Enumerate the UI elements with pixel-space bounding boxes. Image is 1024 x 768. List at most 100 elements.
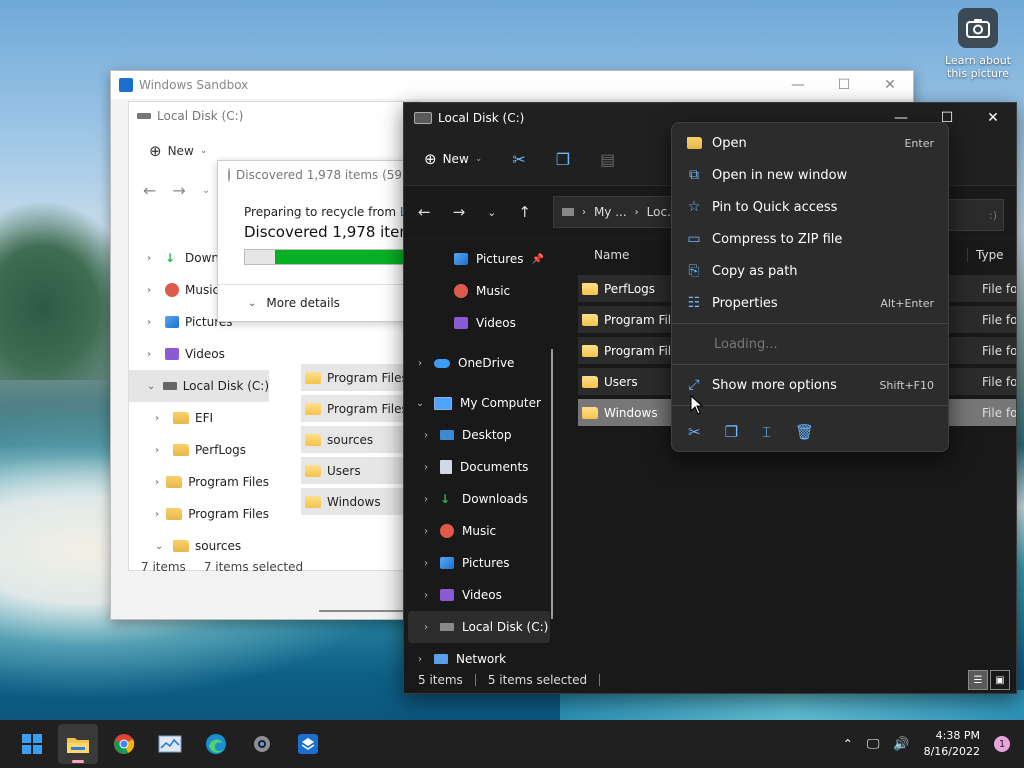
cut-icon[interactable]: ✂ <box>688 423 701 441</box>
sandbox-tree-item[interactable]: › EFI <box>129 402 269 434</box>
up-icon[interactable]: ↑ <box>518 203 531 221</box>
copy-icon[interactable]: ❐ <box>556 150 570 169</box>
file-explorer-icon[interactable] <box>58 724 98 764</box>
rename-icon[interactable]: ⌶ <box>762 423 771 441</box>
forward-icon[interactable]: → <box>172 181 185 200</box>
chevron-icon[interactable]: › <box>155 477 160 488</box>
chevron-icon[interactable]: › <box>155 509 160 520</box>
nav-tree-item[interactable]: Pictures 📌 <box>404 243 554 275</box>
volume-icon[interactable]: 🔊 <box>893 737 909 752</box>
context-menu[interactable]: Open Enter ⧉ Open in new window ☆ Pin to Quic… <box>671 122 949 452</box>
tiles-view-icon[interactable]: ▣ <box>990 670 1010 690</box>
nav-tree-item[interactable]: › Desktop <box>404 419 554 451</box>
sandbox-tree-item[interactable]: ⌄ Local Disk (C:) <box>129 370 269 402</box>
chevron-icon[interactable]: › <box>420 622 432 633</box>
chevron-down-icon[interactable]: ⌄ <box>202 185 210 196</box>
delete-icon[interactable]: 🗑 <box>795 423 814 441</box>
sandbox-tree-item[interactable]: › Videos <box>129 338 269 370</box>
clock[interactable]: 4:38 PM 8/16/2022 <box>924 728 980 760</box>
chevron-icon[interactable]: › <box>420 590 432 601</box>
nav-tree-item[interactable]: › Pictures <box>404 547 554 579</box>
settings-icon[interactable] <box>242 724 282 764</box>
chevron-icon[interactable]: › <box>147 253 159 264</box>
new-button[interactable]: ⊕ New ⌄ <box>424 150 482 168</box>
chevron-icon[interactable]: › <box>414 654 426 665</box>
explorer-nav-tree: Pictures 📌 Music Videos › OneDrive ⌄ My Compute… <box>404 243 554 675</box>
menu-item-pin-to-quick-access[interactable]: ☆ Pin to Quick access <box>672 191 948 223</box>
copy-icon[interactable]: ❐ <box>725 423 738 441</box>
explorer-close-button[interactable]: ✕ <box>970 110 1016 126</box>
menu-item-open-in-new-window[interactable]: ⧉ Open in new window <box>672 159 948 191</box>
chevron-up-icon[interactable]: ⌃ <box>843 737 853 751</box>
sandbox-tree-item[interactable]: › Program Files <box>129 466 269 498</box>
paste-icon[interactable]: ▤ <box>600 150 615 169</box>
column-header-type[interactable]: Type <box>967 248 1016 262</box>
sandbox-minimize-button[interactable]: — <box>775 77 821 93</box>
chevron-icon[interactable]: › <box>155 413 167 424</box>
chrome-icon[interactable] <box>104 724 144 764</box>
back-icon[interactable]: ← <box>143 181 156 200</box>
details-view-icon[interactable]: ☰ <box>968 670 988 690</box>
chevron-icon[interactable]: › <box>155 445 167 456</box>
chevron-icon[interactable]: ⌄ <box>155 541 167 552</box>
learn-about-picture[interactable]: Learn about this picture <box>938 8 1018 80</box>
sandbox-tree-item[interactable]: › Program Files <box>129 498 269 530</box>
chevron-icon[interactable]: › <box>147 285 159 296</box>
nav-vscrollbar[interactable] <box>551 349 553 619</box>
recycle-progress-dialog[interactable]: Discovered 1,978 items (592 M Preparing … <box>217 160 409 322</box>
nav-tree-item[interactable]: ⌄ My Computer <box>404 387 554 419</box>
menu-item-compress-to-zip-file[interactable]: ▭ Compress to ZIP file <box>672 223 948 255</box>
notification-badge[interactable]: 1 <box>994 736 1010 752</box>
progress-bar <box>244 249 408 265</box>
plus-icon: ⊕ <box>424 150 437 168</box>
edge-icon[interactable] <box>196 724 236 764</box>
chevron-icon[interactable]: › <box>420 430 432 441</box>
download-icon: ↓ <box>165 251 176 265</box>
pin-icon[interactable]: 📌 <box>532 254 544 265</box>
menu-item-properties[interactable]: ☷ Properties Alt+Enter <box>672 287 948 319</box>
chevron-down-icon[interactable]: ⌄ <box>487 206 496 219</box>
chevron-icon[interactable]: › <box>147 349 159 360</box>
sandbox-tree-item[interactable]: ⌄ sources <box>129 530 269 562</box>
chevron-icon[interactable]: › <box>420 558 432 569</box>
chevron-icon[interactable]: › <box>420 494 432 505</box>
onedrive-icon <box>434 358 450 368</box>
folder-icon <box>173 540 189 552</box>
chevron-icon[interactable]: › <box>414 358 426 369</box>
nav-tree-item[interactable]: › Videos <box>404 579 554 611</box>
start-icon[interactable] <box>12 724 52 764</box>
nav-tree-item-label: Music <box>462 524 497 538</box>
cut-icon[interactable]: ✂ <box>512 150 525 169</box>
nav-tree-item[interactable]: › Music <box>404 515 554 547</box>
chevron-icon[interactable]: › <box>420 526 432 537</box>
sandbox-tree-item[interactable]: › PerfLogs <box>129 434 269 466</box>
nav-tree-item[interactable]: › Local Disk (C:) <box>408 611 550 643</box>
address-segment-my-computer[interactable]: My ... <box>594 205 627 219</box>
chevron-icon[interactable]: › <box>420 462 432 473</box>
nav-tree-item[interactable]: Videos <box>404 307 554 339</box>
sandbox-close-button[interactable]: ✕ <box>867 77 913 93</box>
more-details-button[interactable]: ⌄ More details <box>218 284 408 321</box>
task-manager-icon[interactable] <box>150 724 190 764</box>
new-button[interactable]: ⊕ New ⌄ <box>149 142 207 160</box>
file-type: File fo <box>982 312 1016 327</box>
forward-icon[interactable]: → <box>453 203 466 221</box>
nav-tree-item[interactable]: Music <box>404 275 554 307</box>
menu-item-show-more-options[interactable]: ⤢ Show more options Shift+F10 <box>672 369 948 401</box>
chevron-icon[interactable]: ⌄ <box>414 398 426 409</box>
videos-icon <box>440 589 454 601</box>
sandbox-icon[interactable] <box>288 724 328 764</box>
nav-tree-item-label: Network <box>456 652 507 666</box>
back-icon[interactable]: ← <box>418 203 431 221</box>
chevron-icon[interactable]: › <box>147 317 159 328</box>
sandbox-titlebar[interactable]: Windows Sandbox — ☐ ✕ <box>111 71 913 99</box>
menu-item-copy-as-path[interactable]: ⎘ Copy as path <box>672 255 948 287</box>
sandbox-maximize-button[interactable]: ☐ <box>821 77 867 93</box>
nav-tree-item[interactable]: › Documents <box>404 451 554 483</box>
network-icon[interactable]: 🖵 <box>867 737 880 752</box>
chevron-icon[interactable]: ⌄ <box>147 381 157 392</box>
nav-tree-item[interactable]: › OneDrive <box>404 347 554 379</box>
menu-item-open[interactable]: Open Enter <box>672 127 948 159</box>
status-selected: 5 items selected <box>487 673 588 687</box>
nav-tree-item[interactable]: › ↓ Downloads <box>404 483 554 515</box>
